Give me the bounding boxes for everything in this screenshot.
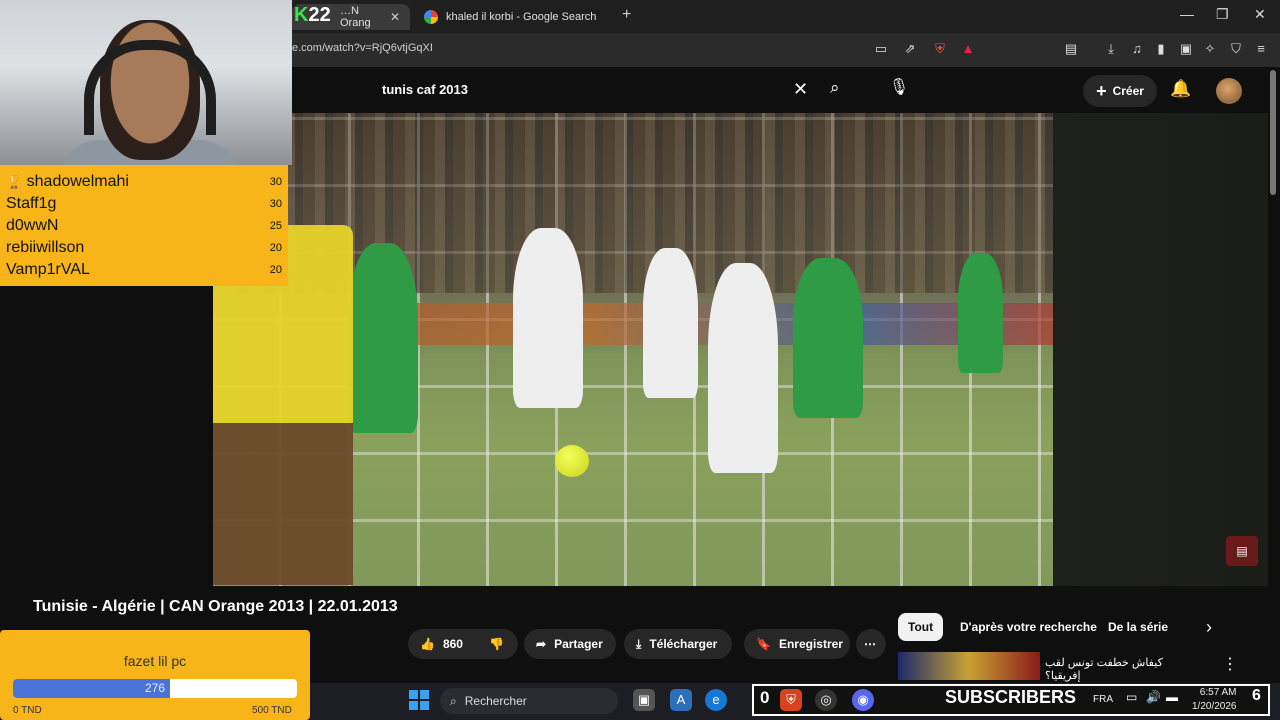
channel-watermark-icon[interactable]: ▤ xyxy=(1226,536,1258,566)
chevron-right-icon[interactable]: › xyxy=(1206,617,1212,638)
volume-icon[interactable]: 🔊 xyxy=(1146,690,1161,704)
music-icon[interactable]: ♫ xyxy=(1128,40,1146,58)
avatar[interactable] xyxy=(1216,78,1242,104)
brave-rewards-icon[interactable]: ▲ xyxy=(959,40,977,58)
windows-start-icon[interactable] xyxy=(409,690,429,710)
close-icon[interactable]: ✕ xyxy=(390,10,400,24)
share-icon: ➦ xyxy=(536,637,547,651)
network-icon[interactable]: ▭ xyxy=(1126,690,1137,704)
webcam-overlay xyxy=(0,0,292,165)
leaderboard-row: Vamp1rVAL 20 xyxy=(6,261,282,278)
store-icon[interactable]: A xyxy=(670,689,692,711)
headset xyxy=(84,40,216,135)
like-dislike-group[interactable]: 👍 860 👎 xyxy=(408,629,518,659)
vpn-icon[interactable]: ⛉ xyxy=(1227,40,1245,58)
thumbs-down-icon[interactable]: 👎 xyxy=(489,637,504,651)
cast-icon[interactable]: ▭ xyxy=(872,40,890,58)
discord-icon[interactable]: ◉ xyxy=(852,689,874,711)
goal-max: 500 TND xyxy=(252,705,292,716)
microphone-icon[interactable]: 🎙 xyxy=(888,77,910,101)
edge-icon[interactable]: e xyxy=(705,689,727,711)
share-button[interactable]: ➦ Partager xyxy=(524,629,616,659)
language-indicator[interactable]: FRA xyxy=(1093,694,1113,705)
bookmark-icon: 🔖 xyxy=(756,637,771,651)
brave-icon[interactable]: ⛨ xyxy=(780,689,802,711)
player-figure xyxy=(348,243,418,433)
reader-icon[interactable]: ▤ xyxy=(1062,40,1080,58)
subscribers-label: SUBSCRIBERS xyxy=(945,687,1077,707)
recommended-thumbnail[interactable] xyxy=(898,652,1040,680)
more-vertical-icon[interactable]: ⋮ xyxy=(1222,654,1238,674)
task-view-icon[interactable]: ▣ xyxy=(633,689,655,711)
player-figure xyxy=(793,258,863,418)
more-actions-button[interactable]: ⋯ xyxy=(856,629,886,659)
like-count: 860 xyxy=(442,637,463,651)
search-input[interactable]: tunis caf 2013 xyxy=(370,73,818,109)
notification-count[interactable]: 6 xyxy=(1252,687,1261,705)
player-figure xyxy=(513,228,583,408)
goal-name: fazet lil pc xyxy=(123,653,187,669)
google-icon xyxy=(424,10,438,24)
leaderboard-row: d0wwN 25 xyxy=(6,217,282,234)
wallet-icon[interactable]: ▣ xyxy=(1177,40,1195,58)
taskbar-search[interactable]: ⌕ Rechercher xyxy=(440,688,618,714)
maximize-icon[interactable]: ❐ xyxy=(1216,6,1229,23)
leaderboard-row: rebiiwillson 20 xyxy=(6,239,282,256)
more-icon: ⋯ xyxy=(864,637,876,651)
tab-label: …N Orang xyxy=(340,5,371,29)
download-button[interactable]: ⤓ Télécharger xyxy=(624,629,732,659)
football xyxy=(555,445,589,477)
download-icon[interactable]: ⤓ xyxy=(1102,40,1120,58)
player-figure xyxy=(708,263,778,473)
tab-google-search[interactable]: khaled il korbi - Google Search xyxy=(414,4,610,30)
new-tab-icon[interactable]: + xyxy=(622,6,631,24)
trophy-icon: 🏆 xyxy=(6,174,23,189)
scrollbar[interactable] xyxy=(1270,70,1276,195)
clock[interactable]: 6:57 AM 1/20/2026 xyxy=(1192,686,1237,714)
stream-badge: K22 xyxy=(294,4,331,26)
create-label: Créer xyxy=(1112,84,1144,98)
tab-label: khaled il korbi - Google Search xyxy=(446,11,597,23)
create-button[interactable]: + Créer xyxy=(1083,75,1157,107)
player-figure xyxy=(643,248,698,398)
recommended-title[interactable]: كيفاش خطفت تونس لقب إفريقيا؟ xyxy=(1045,656,1175,682)
download-arrow-icon: ⤓ xyxy=(636,636,642,651)
battery-icon[interactable]: ▬ xyxy=(1166,690,1178,704)
search-icon: ⌕ xyxy=(450,693,457,708)
url-field[interactable]: e.com/watch?v=RjQ6vtjGqXI xyxy=(292,42,433,54)
share-page-icon[interactable]: ⇗ xyxy=(901,40,919,58)
save-button[interactable]: 🔖 Enregistrer xyxy=(744,629,850,659)
subscribers-count: 0 xyxy=(760,688,770,707)
goal-current: 276 xyxy=(144,681,166,695)
leaderboard-row: 🏆 shadowelmahi 30 xyxy=(6,173,282,190)
leaderboard: 🏆 shadowelmahi 30 Staff1g 30 d0wwN 25 rebi… xyxy=(0,165,288,286)
leo-icon[interactable]: ✧ xyxy=(1201,40,1219,58)
search-icon[interactable]: ⌕ xyxy=(830,78,840,98)
thumbs-up-icon[interactable]: 👍 xyxy=(420,637,435,651)
plus-icon: + xyxy=(1096,80,1107,101)
clear-search-icon[interactable]: ✕ xyxy=(793,79,808,100)
player-figure xyxy=(958,253,1003,373)
notifications-bell-icon[interactable]: 🔔 xyxy=(1170,79,1191,99)
obs-icon[interactable]: ◎ xyxy=(815,689,837,711)
sidebar-icon[interactable]: ▮ xyxy=(1152,40,1170,58)
video-title: Tunisie - Algérie | CAN Orange 2013 | 22… xyxy=(33,598,398,615)
chip-series[interactable]: De la série xyxy=(1098,613,1178,641)
chip-all[interactable]: Tout xyxy=(898,613,944,641)
goal-min: 0 TND xyxy=(13,705,42,716)
minimize-icon[interactable]: — xyxy=(1180,6,1194,22)
menu-icon[interactable]: ≡ xyxy=(1252,40,1270,58)
window-close-icon[interactable]: ✕ xyxy=(1254,6,1266,23)
chip-from-search[interactable]: D'après votre recherche xyxy=(950,613,1107,641)
leaderboard-row: Staff1g 30 xyxy=(6,195,282,212)
brave-shield-icon[interactable]: ⛨ xyxy=(931,40,949,58)
